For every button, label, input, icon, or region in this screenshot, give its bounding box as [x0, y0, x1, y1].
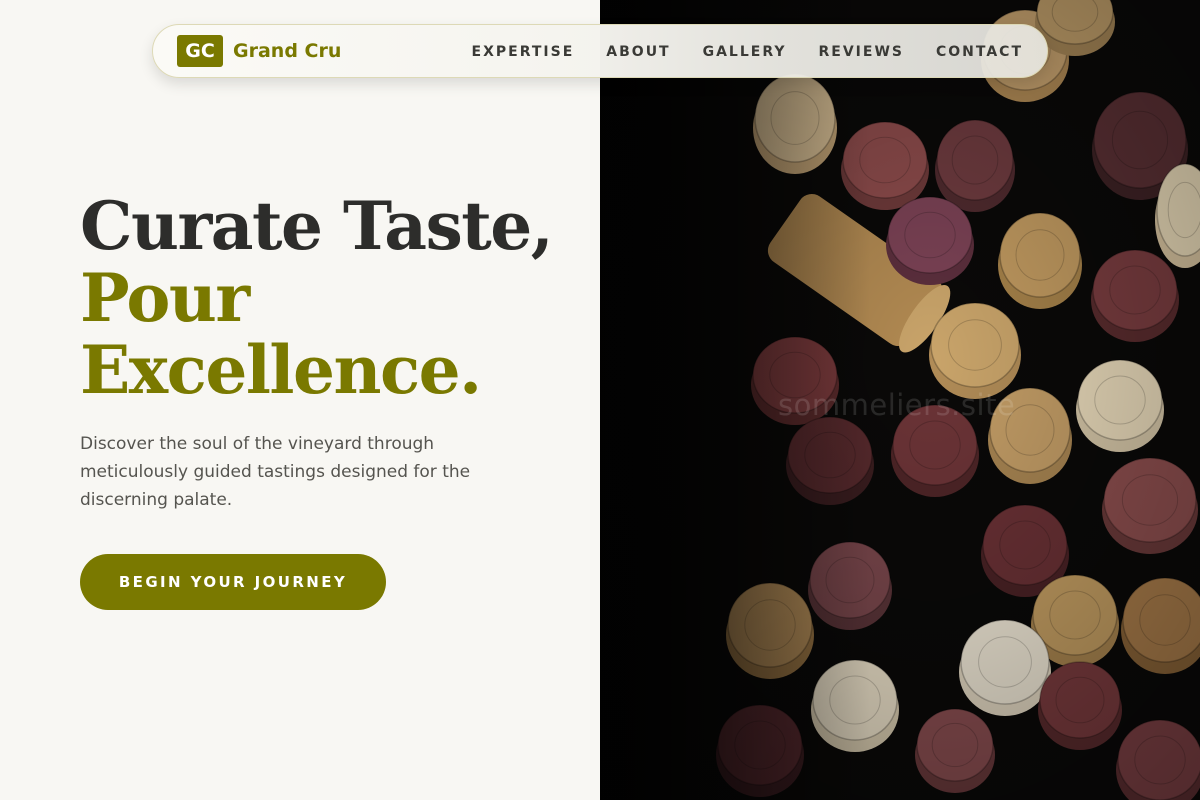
nav-link-about[interactable]: ABOUT [606, 44, 670, 60]
headline-line-1: Curate Taste, [80, 187, 554, 265]
brand-name: Grand Cru [233, 40, 342, 62]
hero-subtext: Discover the soul of the vineyard throug… [80, 434, 471, 510]
logo-mark: GC [177, 35, 223, 67]
nav-link-contact[interactable]: CONTACT [936, 44, 1023, 60]
headline-line-2: Pour [80, 259, 250, 337]
hero-photo: sommeliers.site [600, 0, 1200, 800]
brand-logo-link[interactable]: GC Grand Cru [177, 35, 341, 67]
nav-link-reviews[interactable]: REVIEWS [819, 44, 904, 60]
headline-line-3: Excellence. [80, 331, 482, 409]
hero-headline: Curate Taste, Pour Excellence. [80, 187, 554, 409]
nav-link-gallery[interactable]: GALLERY [703, 44, 787, 60]
nav-menu: EXPERTISE ABOUT GALLERY REVIEWS CONTACT [472, 25, 1047, 79]
nav-link-expertise[interactable]: EXPERTISE [472, 44, 575, 60]
top-navigation: GC Grand Cru EXPERTISE ABOUT GALLERY REV… [152, 24, 1048, 78]
begin-journey-button[interactable]: BEGIN YOUR JOURNEY [80, 554, 386, 610]
watermark-text: sommeliers.site [778, 388, 1016, 422]
